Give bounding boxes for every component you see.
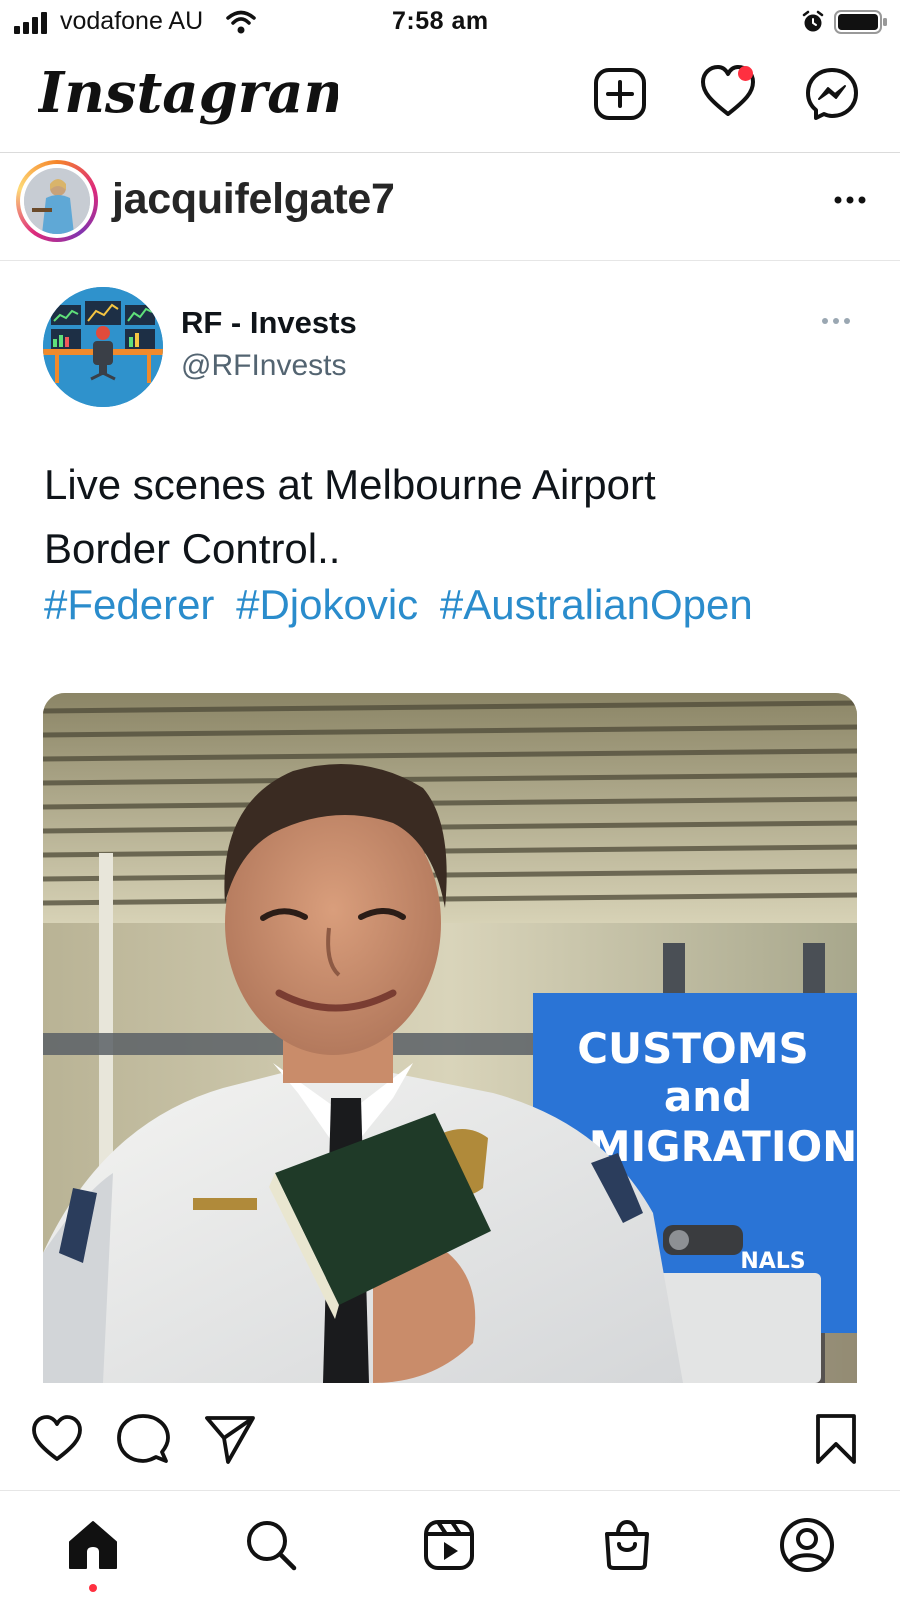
status-time: 7:58 am: [392, 7, 489, 35]
carrier-name: vodafone AU: [60, 7, 204, 35]
sign-line-3: MIGRATION: [589, 1122, 857, 1171]
sign-line-1: CUSTOMS: [577, 1024, 809, 1073]
bottom-navigation: [0, 1492, 900, 1600]
messenger-icon[interactable]: [804, 66, 860, 122]
sign-line-2: and: [664, 1072, 752, 1121]
customs-officer-photo: CUSTOMS and MIGRATION NALS: [43, 693, 857, 1383]
sign-partial: NALS: [740, 1249, 805, 1274]
tweet-text-line-1: Live scenes at Melbourne Airport: [44, 461, 656, 508]
logo-text: Instagram: [38, 60, 338, 126]
signal-strength-icon: [14, 12, 47, 34]
alarm-icon: [802, 10, 824, 32]
hashtag-djokovic: #Djokovic: [236, 581, 419, 628]
search-icon[interactable]: [244, 1518, 298, 1572]
post-header: jacquifelgate7: [0, 153, 900, 261]
profile-icon[interactable]: [778, 1516, 836, 1574]
app-header: Instagram: [0, 46, 900, 153]
home-active-dot: [89, 1584, 97, 1592]
wifi-icon: [226, 10, 256, 34]
tweet-text: Live scenes at Melbourne Airport Border …: [44, 453, 864, 581]
home-icon[interactable]: [66, 1518, 120, 1572]
tweet-avatar: [43, 287, 163, 407]
battery-icon: [834, 10, 887, 34]
tweet-ellipsis-icon: [822, 318, 850, 324]
tweet-handle: @RFInvests: [181, 349, 347, 382]
heart-icon[interactable]: [30, 1412, 84, 1466]
tweet-hashtags: #Federer #Djokovic #AustralianOpen: [44, 581, 763, 629]
tweet-screenshot: RF - Invests @RFInvests Live scenes at M…: [0, 261, 900, 1383]
post-username[interactable]: jacquifelgate7: [112, 175, 395, 224]
new-post-icon[interactable]: [592, 66, 648, 122]
avatar[interactable]: [24, 168, 90, 234]
avatar-border: [20, 164, 94, 238]
status-bar: vodafone AU 7:58 am: [0, 0, 900, 46]
share-icon[interactable]: [203, 1412, 257, 1466]
bookmark-icon[interactable]: [812, 1412, 860, 1466]
hashtag-australianopen: #AustralianOpen: [439, 581, 753, 628]
notification-dot: [738, 66, 753, 81]
shop-icon[interactable]: [600, 1518, 654, 1572]
post-action-bar: [0, 1390, 900, 1491]
reels-icon[interactable]: [422, 1518, 476, 1572]
avatar-image: [24, 168, 90, 234]
tweet-image: CUSTOMS and MIGRATION NALS: [43, 693, 857, 1383]
story-ring[interactable]: [16, 160, 98, 242]
hashtag-federer: #Federer: [44, 581, 215, 628]
trading-desk-illustration: [43, 287, 163, 407]
comment-icon[interactable]: [116, 1412, 170, 1466]
tweet-display-name: RF - Invests: [181, 305, 357, 340]
instagram-logo: Instagram: [38, 60, 338, 126]
tweet-text-line-2: Border Control..: [44, 525, 341, 572]
ellipsis-icon[interactable]: [832, 193, 868, 207]
